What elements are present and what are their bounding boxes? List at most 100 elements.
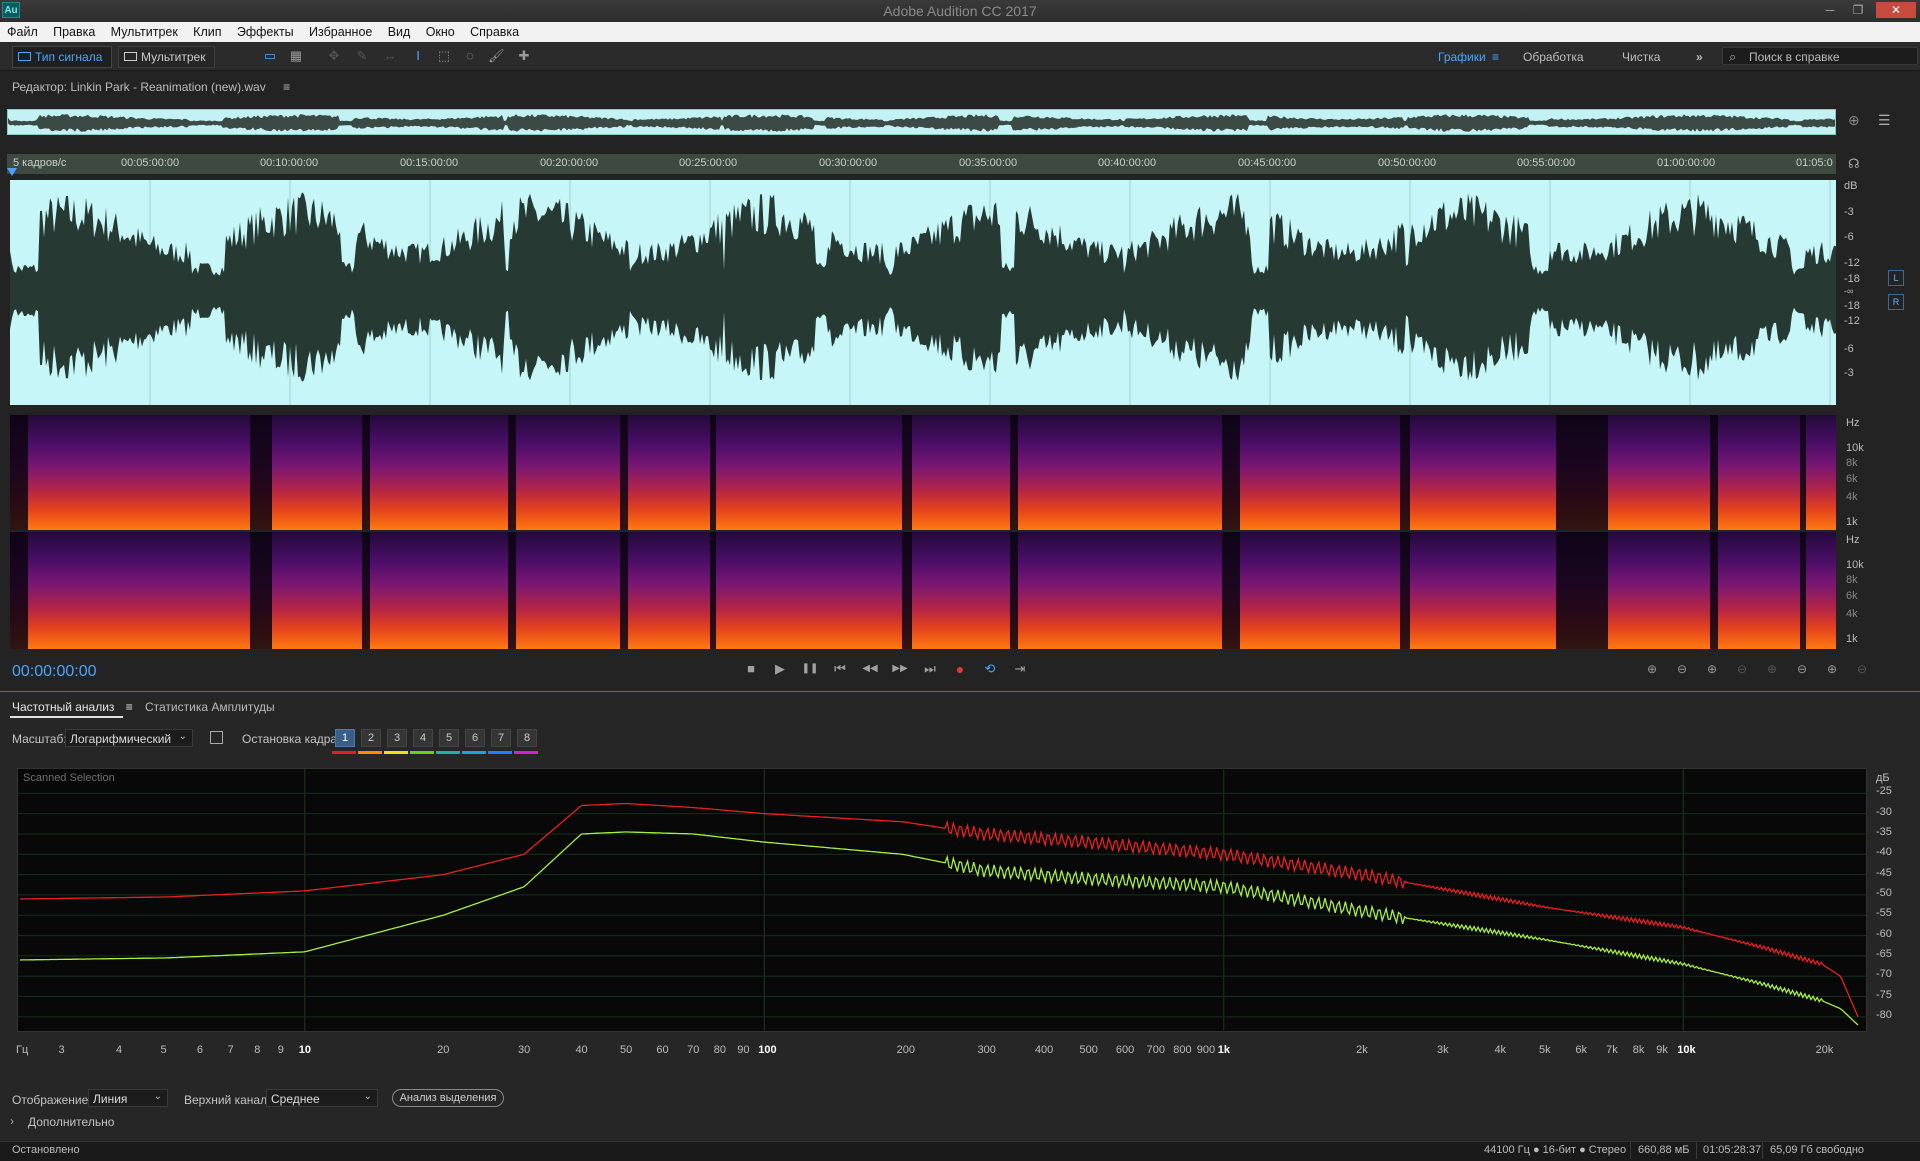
zoom-full-button[interactable]: ⊕ xyxy=(1760,660,1784,678)
fast-forward-button[interactable]: ▶▶ xyxy=(889,660,911,678)
workspace-cleanup[interactable]: Чистка xyxy=(1622,50,1660,64)
editor-panel-menu-icon[interactable]: ≡ xyxy=(283,80,290,94)
panel-layout-icon[interactable]: ☰ xyxy=(1878,112,1891,129)
overview-waveform[interactable] xyxy=(7,109,1836,135)
waveform-mode-button[interactable]: Тип сигнала xyxy=(12,46,113,68)
y-axis-unit: дБ xyxy=(1876,772,1890,784)
waveform-mode-label: Тип сигнала xyxy=(35,50,103,64)
go-to-start-button[interactable]: ⏮ xyxy=(829,660,851,678)
spot-healing-tool-icon[interactable]: ✚ xyxy=(516,48,532,64)
restore-button[interactable]: ❐ xyxy=(1846,2,1870,18)
headphones-icon[interactable]: ☊ xyxy=(1848,156,1860,172)
move-tool-icon[interactable]: ✥ xyxy=(326,48,342,64)
freeze-frame-button-5[interactable]: 5 xyxy=(439,729,459,747)
minimize-button[interactable]: ─ xyxy=(1818,2,1842,18)
stop-button[interactable]: ■ xyxy=(740,660,762,678)
record-button[interactable]: ● xyxy=(949,660,971,678)
workspace-overflow-icon[interactable]: » xyxy=(1696,50,1703,64)
waveform-display[interactable] xyxy=(10,180,1836,405)
lasso-tool-icon[interactable]: ◌ xyxy=(462,48,478,64)
spectral-silence xyxy=(1010,532,1018,649)
menu-edit[interactable]: Правка xyxy=(46,22,100,39)
display-select[interactable]: Линия ⌄ xyxy=(88,1089,168,1107)
left-channel-toggle[interactable]: L xyxy=(1888,270,1904,286)
frequency-scale: Hz 10k 8k 6k 4k 1k Hz 10k 8k 6k 4k 1k xyxy=(1836,415,1920,649)
zoom-navigator-icon[interactable]: ⊕ xyxy=(1848,112,1860,129)
workspace-menu-icon[interactable]: ≡ xyxy=(1492,50,1499,64)
x-tick-label: 20k xyxy=(1815,1044,1834,1056)
time-ruler[interactable]: 5 кадров/с 00:05:00:00 00:10:00:00 00:15… xyxy=(7,154,1836,174)
status-separator xyxy=(1762,1142,1763,1159)
x-tick-label: 80 xyxy=(713,1044,726,1056)
x-tick-label: 1k xyxy=(1217,1044,1231,1056)
menu-file[interactable]: Файл xyxy=(0,22,43,39)
close-button[interactable]: ✕ xyxy=(1876,2,1916,18)
x-tick-label: 10 xyxy=(298,1044,312,1056)
go-to-end-button[interactable]: ⏭ xyxy=(919,660,941,678)
waveform-graphic xyxy=(10,180,1836,405)
zoom-out-playhead-button[interactable]: ⊖ xyxy=(1850,660,1874,678)
current-time-display[interactable]: 00:00:00:00 xyxy=(12,663,97,681)
tab-amplitude-statistics[interactable]: Статистика Амплитуды xyxy=(145,700,275,714)
chevron-right-icon[interactable]: › xyxy=(10,1114,14,1128)
marquee-tool-icon[interactable]: ⬚ xyxy=(436,48,452,64)
tab-frequency-analysis[interactable]: Частотный анализ ≡ xyxy=(12,700,133,714)
workspace-graphics[interactable]: Графики xyxy=(1438,50,1486,64)
db-tick: -6 xyxy=(1844,343,1854,355)
menu-window[interactable]: Окно xyxy=(419,22,460,39)
freeze-frame-button-6[interactable]: 6 xyxy=(465,729,485,747)
spectral-view-icon[interactable]: ▦ xyxy=(288,48,304,64)
spectral-display-left[interactable] xyxy=(10,415,1836,530)
workspace-processing[interactable]: Обработка xyxy=(1523,50,1584,64)
menu-bar: Файл Правка Мультитрек Клип Эффекты Избр… xyxy=(0,22,1920,42)
freeze-frame-color-3 xyxy=(384,751,408,754)
razor-tool-icon[interactable]: ✎ xyxy=(354,48,370,64)
play-button[interactable]: ▶ xyxy=(769,660,791,678)
brush-tool-icon[interactable]: 🖌 xyxy=(488,48,505,64)
editor-file-name: Редактор: Linkin Park - Reanimation (new… xyxy=(12,80,266,94)
channel-select[interactable]: Среднее ⌄ xyxy=(266,1089,378,1107)
freeze-frame-button-2[interactable]: 2 xyxy=(361,729,381,747)
freeze-frame-button-8[interactable]: 8 xyxy=(517,729,537,747)
frequency-plot[interactable] xyxy=(17,768,1867,1032)
menu-help[interactable]: Справка xyxy=(463,22,524,39)
freeze-frame-button-1[interactable]: 1 xyxy=(335,729,355,747)
pause-button[interactable]: ❚❚ xyxy=(799,660,821,678)
playhead-marker[interactable] xyxy=(7,168,17,176)
menu-clip[interactable]: Клип xyxy=(186,22,226,39)
advanced-toggle[interactable]: Дополнительно xyxy=(28,1115,114,1129)
menu-multitrack[interactable]: Мультитрек xyxy=(104,22,183,39)
zoom-to-selection-button[interactable]: ⊖ xyxy=(1790,660,1814,678)
loop-playback-button[interactable]: ⟲ xyxy=(979,660,1001,678)
menu-favorites[interactable]: Избранное xyxy=(302,22,377,39)
menu-effects[interactable]: Эффекты xyxy=(230,22,299,39)
zoom-in-playhead-button[interactable]: ⊕ xyxy=(1820,660,1844,678)
freeze-frame-button-3[interactable]: 3 xyxy=(387,729,407,747)
time-selection-tool-icon[interactable]: I xyxy=(410,48,426,64)
zoom-out-amplitude-button[interactable]: ⊖ xyxy=(1670,660,1694,678)
freeze-graph-icon[interactable] xyxy=(210,731,223,744)
freeze-frame-button-4[interactable]: 4 xyxy=(413,729,433,747)
skip-selection-button[interactable]: ⇥ xyxy=(1009,660,1031,678)
spectral-display-right[interactable] xyxy=(10,532,1836,649)
right-channel-toggle[interactable]: R xyxy=(1888,294,1904,310)
ruler-tick: 00:10:00:00 xyxy=(260,157,319,169)
zoom-in-amplitude-button[interactable]: ⊕ xyxy=(1640,660,1664,678)
series-line-red xyxy=(20,802,1859,1018)
tab-menu-icon[interactable]: ≡ xyxy=(126,700,133,714)
spectral-silence xyxy=(902,415,912,530)
analyze-selection-button[interactable]: Анализ выделения xyxy=(392,1089,504,1107)
help-search-input[interactable]: ⌕ Поиск в справке xyxy=(1722,47,1918,65)
slip-tool-icon[interactable]: ↔ xyxy=(382,48,398,64)
rewind-button[interactable]: ◀◀ xyxy=(859,660,881,678)
db-tick: -12 xyxy=(1844,257,1860,269)
waveform-view-icon[interactable]: ▭ xyxy=(262,48,278,64)
menu-view[interactable]: Вид xyxy=(381,22,416,39)
multitrack-mode-button[interactable]: Мультитрек xyxy=(118,46,216,68)
scale-select[interactable]: Логарифмический ⌄ xyxy=(65,729,193,747)
editor-title[interactable]: Редактор: Linkin Park - Reanimation (new… xyxy=(12,80,290,94)
zoom-out-time-button[interactable]: ⊖ xyxy=(1730,660,1754,678)
freeze-frame-button-7[interactable]: 7 xyxy=(491,729,511,747)
chevron-down-icon: ⌄ xyxy=(178,731,187,742)
zoom-in-time-button[interactable]: ⊕ xyxy=(1700,660,1724,678)
